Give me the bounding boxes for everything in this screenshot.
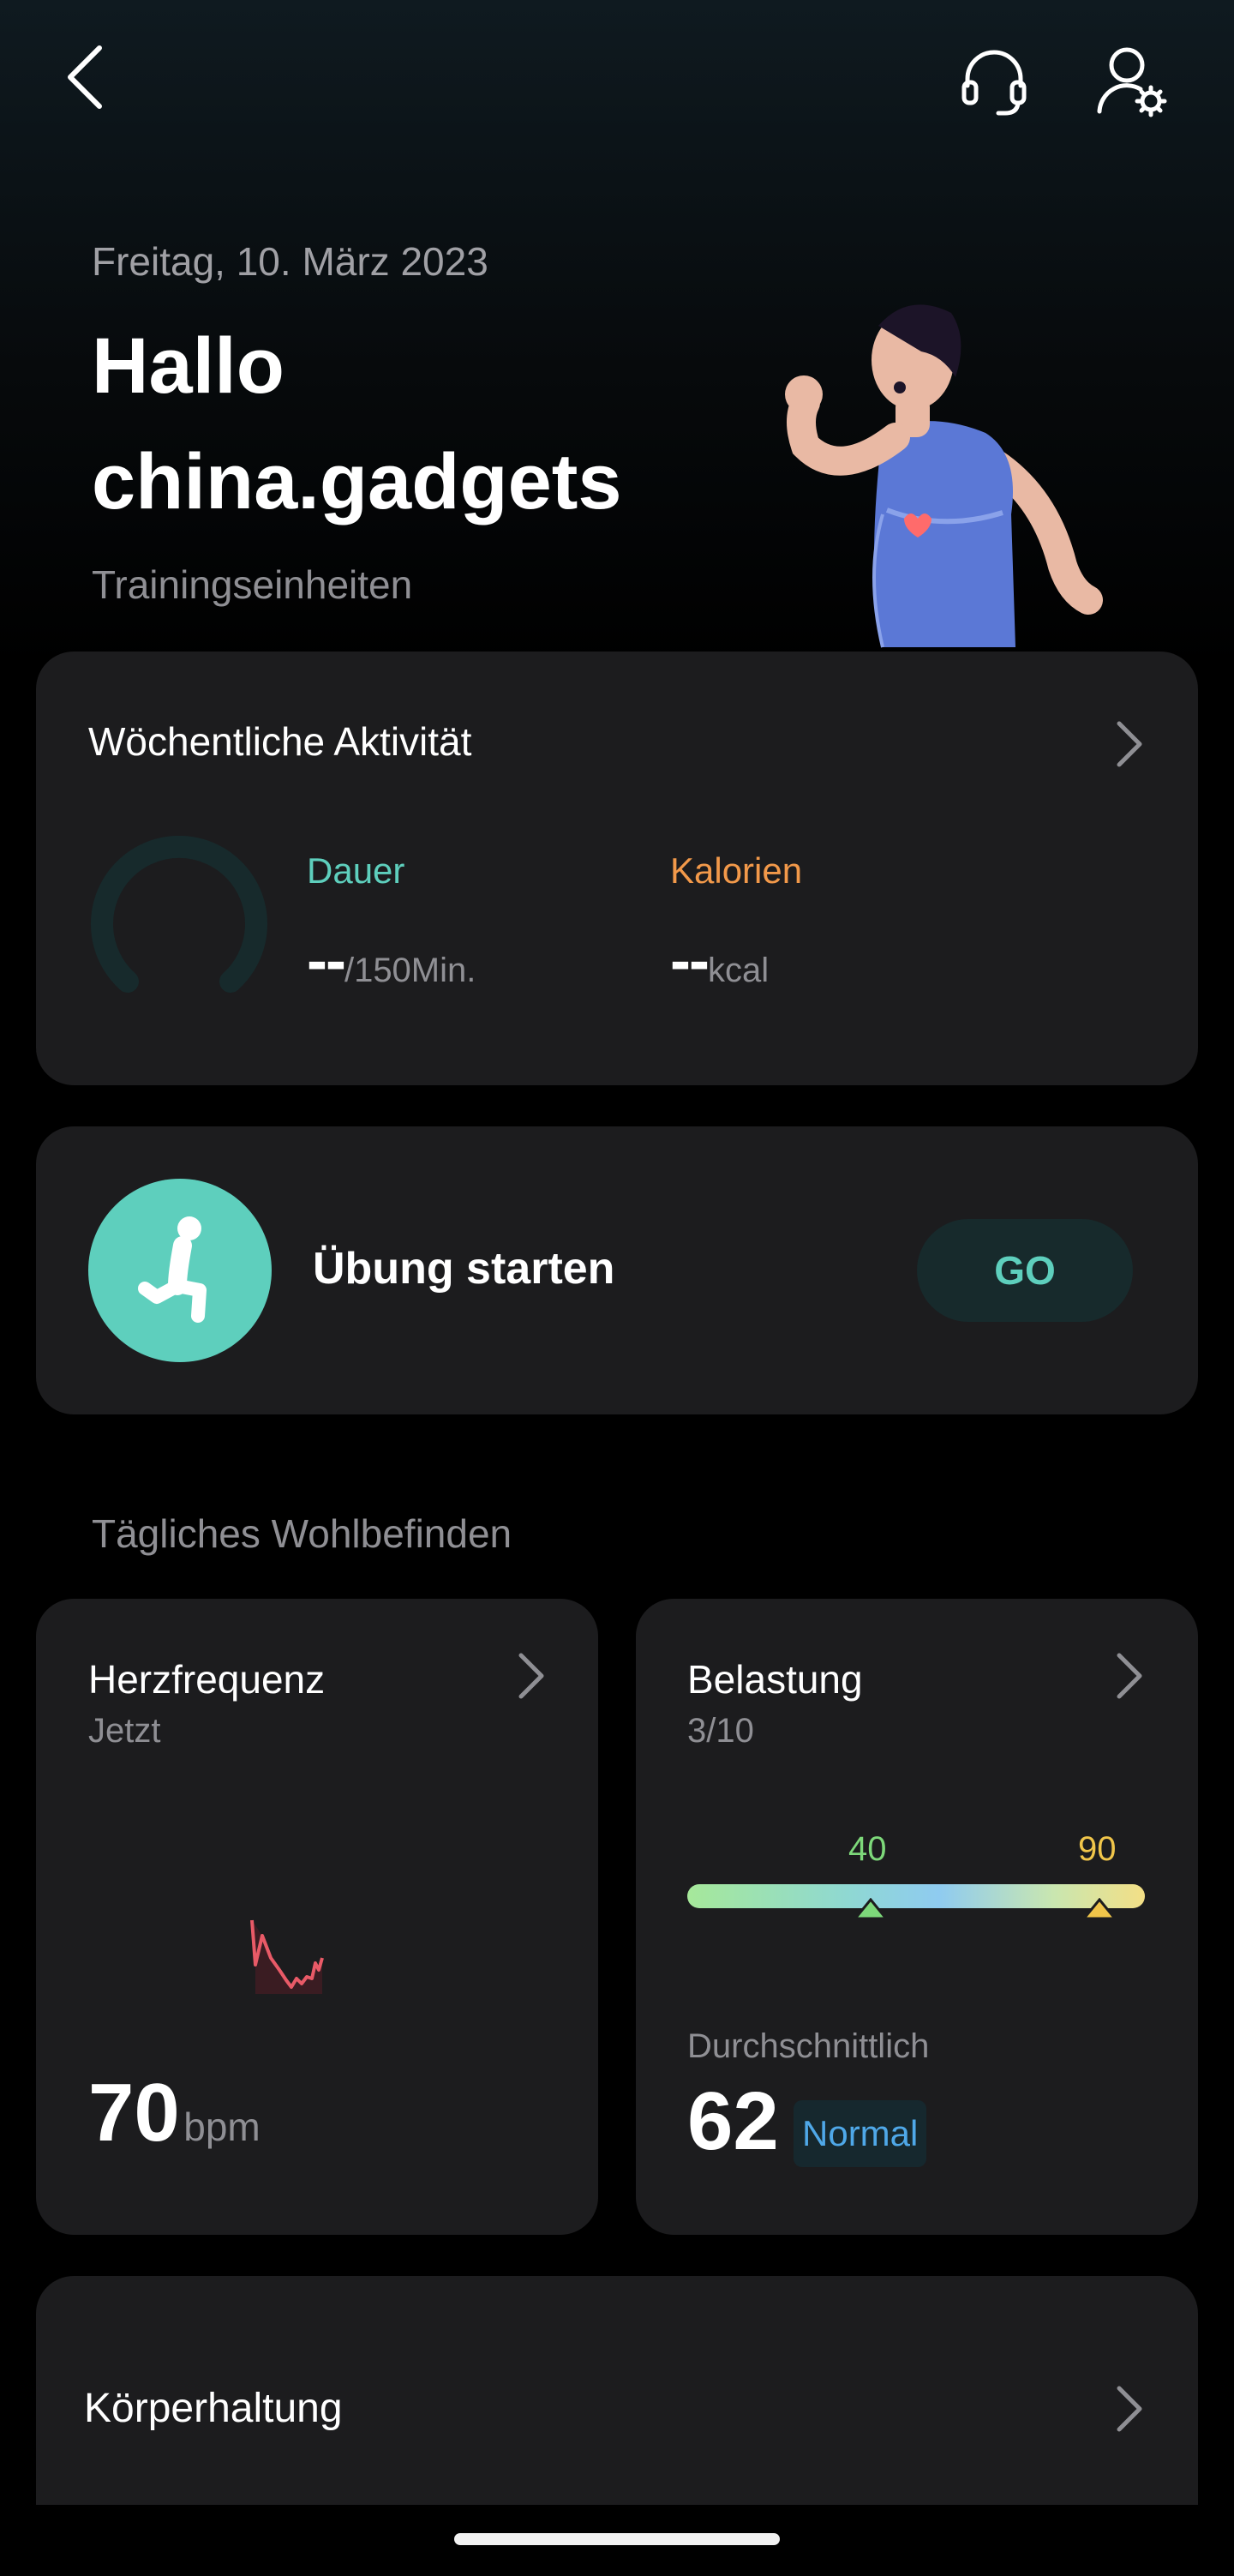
duration-unit: /150Min. <box>344 952 476 989</box>
calories-label: Kalorien <box>670 850 803 891</box>
hero-subtitle: Trainingseinheiten <box>92 562 413 607</box>
headset-icon <box>961 50 1027 116</box>
chevron-left-icon <box>68 45 102 109</box>
duration-value: -- <box>307 927 346 995</box>
user-settings-icon <box>1097 47 1167 117</box>
stress-status-badge: Normal <box>794 2100 927 2167</box>
stress-marker-high-label: 90 <box>1078 1830 1117 1868</box>
current-date: Freitag, 10. März 2023 <box>92 239 488 284</box>
chevron-right-icon[interactable] <box>1114 718 1145 770</box>
stress-marker-low-label: 40 <box>848 1830 887 1868</box>
duration-label: Dauer <box>307 850 405 891</box>
greeting-username: china.gadgets <box>92 438 622 525</box>
chevron-right-icon[interactable] <box>1114 2383 1145 2435</box>
activity-progress-ring <box>91 836 267 993</box>
stress-subtitle: 3/10 <box>687 1712 754 1750</box>
stress-average-value: 62 <box>687 2075 779 2167</box>
running-person-icon <box>138 1216 207 1323</box>
stress-status-label: Normal <box>802 2113 919 2153</box>
heart-rate-value-row: 70 bpm <box>88 2066 261 2160</box>
stress-title: Belastung <box>687 1657 863 1702</box>
home-indicator[interactable] <box>454 2533 780 2545</box>
runner-illustration <box>785 304 1103 648</box>
chevron-right-icon[interactable] <box>516 1650 547 1702</box>
stress-marker-high-icon <box>1082 1898 1117 1920</box>
calories-unit: kcal <box>707 952 770 989</box>
calories-value: -- <box>670 927 710 995</box>
weekly-activity-title: Wöchentliche Aktivität <box>88 719 472 764</box>
heart-rate-title: Herzfrequenz <box>88 1657 326 1702</box>
stress-marker-low-icon <box>854 1898 888 1920</box>
go-button-label: GO <box>994 1248 1056 1293</box>
heart-rate-unit: bpm <box>183 2105 261 2149</box>
start-exercise-title: Übung starten <box>313 1244 615 1294</box>
wellbeing-section-title: Tägliches Wohlbefinden <box>92 1511 512 1556</box>
back-button[interactable] <box>60 43 111 111</box>
support-button[interactable] <box>955 43 1033 120</box>
exercise-icon-circle[interactable] <box>88 1179 272 1362</box>
stress-gradient-bar <box>687 1884 1145 1908</box>
heart-rate-sparkline <box>250 1919 324 1994</box>
profile-settings-button[interactable] <box>1093 43 1170 120</box>
heart-rate-subtitle: Jetzt <box>88 1712 161 1750</box>
duration-value-row: --/150Min. <box>307 926 476 996</box>
stress-average-label: Durchschnittlich <box>687 2027 930 2065</box>
chevron-right-icon[interactable] <box>1114 1650 1145 1702</box>
posture-title: Körperhaltung <box>84 2386 343 2431</box>
go-button[interactable]: GO <box>917 1219 1133 1322</box>
greeting-line-1: Hallo <box>92 322 285 410</box>
calories-value-row: --kcal <box>670 926 769 996</box>
heart-rate-value: 70 <box>88 2067 180 2159</box>
